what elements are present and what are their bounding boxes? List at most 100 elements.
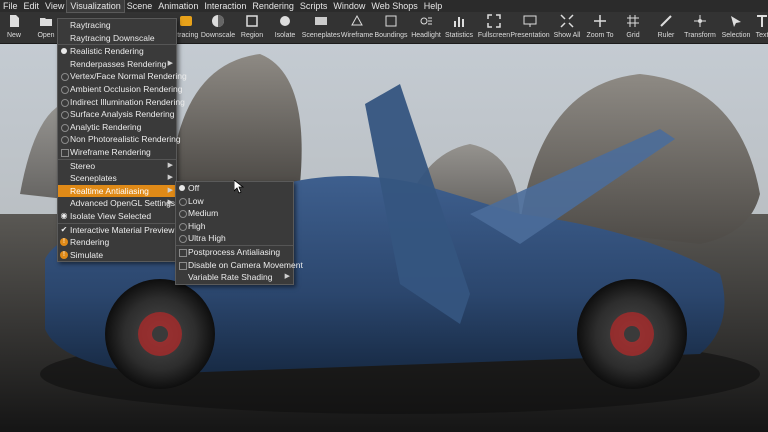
toolbar-label: New: [6, 32, 21, 39]
menu-item-label: Postprocess Antialiasing: [188, 246, 281, 257]
menu-scene[interactable]: Scene: [124, 0, 156, 12]
radio-unselected-icon: [179, 197, 187, 206]
radio-unselected-icon: [179, 222, 187, 231]
menu-item-wireframe-rendering[interactable]: Wireframe Rendering: [58, 146, 176, 159]
menu-item-vertex-face-normal-rendering[interactable]: Vertex/Face Normal Rendering: [58, 70, 187, 83]
wireframe-icon: [350, 14, 364, 28]
show-all-icon: [560, 14, 574, 28]
radio-unselected-icon: [61, 98, 69, 107]
menu-edit[interactable]: Edit: [21, 0, 43, 12]
menu-item-label: Off: [188, 183, 200, 193]
menu-item-stereo[interactable]: Stereo ▶: [58, 158, 176, 173]
empty-mark: [60, 174, 68, 182]
headlight-icon: [419, 14, 433, 28]
toolbar-button-show-all[interactable]: Show All: [551, 12, 583, 43]
boundings-icon: [384, 14, 398, 28]
toolbar-button-new[interactable]: New: [0, 12, 30, 43]
menu-item-high[interactable]: High: [176, 220, 293, 233]
menu-item-non-photorealistic-rendering[interactable]: Non Photorealistic Rendering: [58, 133, 181, 146]
menu-item-raytracing-downscale[interactable]: Raytracing Downscale: [58, 32, 176, 45]
visualization-menu: Raytracing Raytracing Downscale Realistic …: [57, 18, 187, 263]
menu-rendering[interactable]: Rendering: [249, 0, 297, 12]
menu-item-label: Ultra High: [188, 233, 226, 244]
checkbox-icon: [179, 261, 187, 270]
isolate-icon: [278, 14, 292, 28]
region-icon: [245, 14, 259, 28]
toolbar-button-text[interactable]: Text: [746, 12, 768, 43]
radio-unselected-icon: [61, 136, 69, 145]
menu-item-surface-analysis-rendering[interactable]: Surface Analysis Rendering: [58, 108, 176, 121]
menu-help[interactable]: Help: [421, 0, 446, 12]
menu-item-variable-rate-shading[interactable]: Variable Rate Shading ▶: [176, 271, 293, 284]
menu-item-raytracing[interactable]: Raytracing: [58, 19, 176, 32]
menu-item-ambient-occlusion-rendering[interactable]: Ambient Occlusion Rendering: [58, 83, 182, 96]
menu-item-realistic-rendering[interactable]: Realistic Rendering: [58, 44, 176, 58]
menu-item-medium[interactable]: Medium: [176, 207, 293, 220]
transform-icon: [693, 14, 707, 28]
menu-item-label: Ambient Occlusion Rendering: [70, 83, 183, 94]
folder-icon: [39, 14, 53, 28]
toolbar-button-statistics[interactable]: Statistics: [443, 12, 475, 43]
toolbar-button-boundings[interactable]: Boundings: [374, 12, 408, 43]
radio-selected-icon: [61, 48, 67, 55]
menu-item-postprocess-antialiasing[interactable]: Postprocess Antialiasing: [176, 244, 293, 259]
status-icon: !: [60, 238, 68, 247]
toolbar-button-ruler[interactable]: Ruler: [650, 12, 682, 43]
menu-item-renderpasses-rendering[interactable]: Renderpasses Rendering ▶: [58, 58, 176, 71]
toolbar-button-transform[interactable]: Transform: [684, 12, 716, 43]
toolbar-button-zoom-to[interactable]: Zoom To: [584, 12, 616, 43]
menu-item-label: Stereo: [70, 160, 96, 171]
menu-item-realtime-antialiasing[interactable]: Realtime Antialiasing ▶: [58, 184, 176, 198]
menu-item-disable-on-camera-movement[interactable]: Disable on Camera Movement: [176, 259, 303, 272]
toolbar-button-isolate[interactable]: Isolate: [269, 12, 301, 43]
menu-view[interactable]: View: [42, 0, 67, 12]
menu-item-isolate-view-selected[interactable]: ◉ Isolate View Selected: [58, 210, 176, 223]
menu-item-label: Isolate View Selected: [70, 210, 152, 221]
menu-item-label: Medium: [188, 208, 219, 219]
menu-item-analytic-rendering[interactable]: Analytic Rendering: [58, 121, 176, 134]
toolbar-button-presentation[interactable]: Presentation: [510, 12, 550, 43]
grid-icon: [626, 14, 640, 28]
menu-item-ultra-high[interactable]: Ultra High: [176, 232, 293, 245]
toolbar-button-grid[interactable]: Grid: [617, 12, 649, 43]
menu-item-advanced-opengl-settings[interactable]: Advanced OpenGL Settings ▶: [58, 197, 176, 210]
empty-mark: [60, 199, 68, 207]
new-file-icon: [7, 14, 21, 28]
menu-window[interactable]: Window: [330, 0, 368, 12]
submenu-arrow-icon: ▶: [167, 186, 173, 194]
menu-animation[interactable]: Animation: [155, 0, 201, 12]
zoom-to-icon: [593, 14, 607, 28]
fullscreen-icon: [487, 14, 501, 28]
toolbar-label: Region: [240, 32, 264, 39]
radio-unselected-icon: [179, 210, 187, 219]
menu-web-shops[interactable]: Web Shops: [368, 0, 420, 12]
ruler-icon: [659, 14, 673, 28]
menu-interaction[interactable]: Interaction: [201, 0, 249, 12]
menu-item-rendering[interactable]: ! Rendering: [58, 236, 176, 249]
menu-item-sceneplates[interactable]: Sceneplates ▶: [58, 172, 176, 185]
toolbar-button-headlight[interactable]: Headlight: [410, 12, 442, 43]
toolbar-button-sceneplates[interactable]: Sceneplates: [302, 12, 340, 43]
menu-item-indirect-illumination-rendering[interactable]: Indirect Illumination Rendering: [58, 96, 185, 109]
toolbar-button-region[interactable]: Region: [236, 12, 268, 43]
radio-unselected-icon: [179, 235, 187, 244]
menu-visualization[interactable]: Visualization: [66, 0, 125, 13]
menu-item-interactive-material-preview[interactable]: ✔ Interactive Material Preview: [58, 222, 176, 237]
empty-mark: [60, 34, 68, 42]
menu-item-label: Rendering: [70, 237, 110, 248]
menu-file[interactable]: File: [0, 0, 21, 12]
menu-scripts[interactable]: Scripts: [297, 0, 331, 12]
submenu-arrow-icon: ▶: [284, 273, 290, 281]
toolbar-label: Boundings: [374, 32, 408, 39]
menu-item-label: Raytracing: [70, 20, 111, 30]
menu-item-simulate[interactable]: ! Simulate: [58, 249, 176, 262]
mouse-cursor-icon: [234, 180, 244, 194]
toolbar-button-fullscreen[interactable]: Fullscreen: [478, 12, 510, 43]
menu-item-label: Sceneplates: [70, 173, 117, 184]
menu-item-low[interactable]: Low: [176, 195, 293, 208]
toolbar-button-downscale[interactable]: Downscale: [201, 12, 235, 43]
radio-unselected-icon: [61, 73, 69, 82]
toolbar-label: Sceneplates: [301, 32, 341, 39]
empty-mark: [60, 21, 68, 29]
toolbar-button-wireframe[interactable]: Wireframe: [341, 12, 373, 43]
